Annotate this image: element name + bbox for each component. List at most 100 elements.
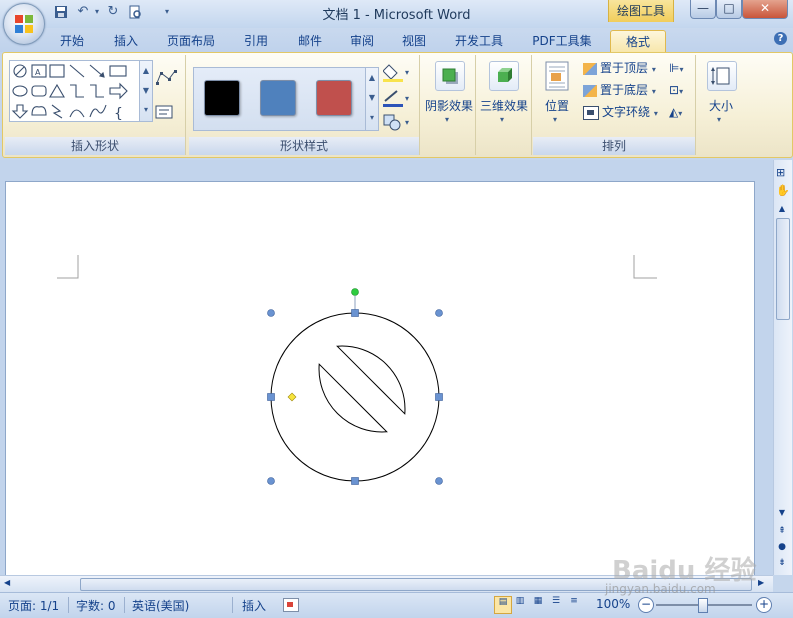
shape-fill-icon[interactable]: ▾ (382, 63, 413, 86)
zoom-out-icon[interactable]: − (638, 597, 654, 613)
shapes-gallery-scroll[interactable]: ▲ ▼ ▾ (139, 60, 153, 122)
tab-mailings[interactable]: 邮件 (290, 30, 330, 52)
scroll-left-icon[interactable]: ◀ (4, 578, 10, 587)
rotate-icon[interactable]: ◭▾ (669, 105, 682, 119)
language-indicator[interactable]: 英语(美国) (132, 597, 189, 614)
scroll-up-arrow-icon[interactable]: ▲ (776, 204, 788, 216)
ruler-toggle-icon[interactable]: ⊞ (776, 166, 785, 179)
styles-more-icon[interactable]: ▾ (366, 108, 378, 128)
margin-mark-left (57, 255, 79, 279)
size-label: 大小 (708, 99, 733, 113)
3d-effects-label: 三维效果 (479, 99, 528, 113)
style-swatch-red[interactable] (316, 80, 352, 116)
scroll-down-icon[interactable]: ▼ (140, 81, 152, 101)
macro-record-icon[interactable] (283, 598, 299, 612)
no-symbol-shape[interactable] (256, 282, 456, 492)
bring-to-front-icon (583, 62, 597, 75)
tab-developer[interactable]: 开发工具 (448, 30, 510, 52)
shadow-effects-group[interactable]: 阴影效果 ▾ (423, 55, 476, 155)
shape-styles-group: ▲ ▼ ▾ ▾ ▾ ▾ ⧉ 形状样式 (189, 55, 420, 155)
align-icon[interactable]: ⊫▾ (669, 61, 683, 75)
arrange-group: 位置 ▾ 置于顶层 ▾ 置于底层 ▾ 文字环绕 ▾ ⊫▾ ⊡▾ ◭▾ 排列 (533, 55, 696, 155)
shape-styles-gallery[interactable] (193, 67, 367, 131)
outline-view-icon[interactable]: ☰ (548, 596, 564, 612)
shadow-effects-icon (435, 61, 465, 91)
page-indicator[interactable]: 页面: 1/1 (8, 597, 59, 614)
vertical-scroll-thumb[interactable] (776, 218, 790, 320)
tab-insert[interactable]: 插入 (106, 30, 146, 52)
print-layout-view-icon[interactable]: ▤ (494, 596, 512, 614)
office-button[interactable] (3, 3, 45, 45)
full-screen-reading-icon[interactable]: ▥ (512, 596, 528, 612)
styles-gallery-scroll[interactable]: ▲ ▼ ▾ (365, 67, 379, 131)
status-separator (124, 597, 125, 613)
svg-text:▾: ▾ (405, 118, 409, 127)
text-wrapping-icon (583, 105, 599, 120)
change-shape-icon[interactable]: ▾ (383, 113, 413, 134)
scroll-down-arrow-icon[interactable]: ▼ (776, 508, 788, 517)
zoom-level[interactable]: 100% (596, 597, 630, 611)
svg-text:▾: ▾ (405, 68, 409, 77)
tab-page-layout[interactable]: 页面布局 (160, 30, 222, 52)
qat-customize-icon[interactable]: ▾ (158, 3, 176, 21)
draft-view-icon[interactable]: ≡ (566, 596, 582, 612)
text-wrapping-button[interactable]: 文字环绕 ▾ (583, 103, 658, 121)
shape-outline-icon[interactable]: ▾ (383, 89, 413, 112)
scroll-right-icon[interactable]: ▶ (758, 578, 764, 587)
minimize-button[interactable]: — (690, 0, 716, 19)
status-separator (68, 597, 69, 613)
word-count[interactable]: 字数: 0 (76, 597, 116, 614)
save-icon[interactable] (52, 3, 70, 21)
scroll-up-icon[interactable]: ▲ (140, 61, 152, 81)
text-wrapping-label: 文字环绕 (602, 105, 651, 119)
tab-home[interactable]: 开始 (52, 30, 92, 52)
style-swatch-black[interactable] (204, 80, 240, 116)
size-group[interactable]: 大小 ▾ (699, 55, 743, 155)
pan-hand-icon[interactable]: ✋ (776, 184, 790, 197)
tab-references[interactable]: 引用 (236, 30, 276, 52)
styles-scroll-down-icon[interactable]: ▼ (366, 88, 378, 108)
send-to-back-icon (583, 84, 597, 97)
redo-icon[interactable]: ↻ (104, 3, 122, 21)
document-page[interactable] (5, 181, 755, 577)
shadow-dropdown-icon: ▾ (445, 115, 450, 124)
style-swatch-blue[interactable] (260, 80, 296, 116)
help-icon[interactable]: ? (774, 32, 787, 45)
bring-to-front-label: 置于顶层 (600, 61, 649, 75)
zoom-in-icon[interactable]: + (756, 597, 772, 613)
ribbon: A {▲ ▼ ▾ 插入形状 ▲ ▼ ▾ ▾ ▾ ▾ 形状样式 阴影效果 ▾ 三… (2, 52, 793, 158)
svg-text:▾: ▾ (405, 94, 409, 103)
styles-scroll-up-icon[interactable]: ▲ (366, 68, 378, 88)
position-label[interactable]: 位置 (533, 97, 581, 114)
shapes-gallery[interactable]: A { (9, 60, 141, 122)
zoom-slider-thumb[interactable] (698, 598, 708, 613)
send-to-back-button[interactable]: 置于底层 ▾ (583, 81, 656, 99)
tab-review[interactable]: 审阅 (342, 30, 382, 52)
position-dropdown-icon[interactable]: ▾ (553, 115, 557, 124)
tab-view[interactable]: 视图 (394, 30, 434, 52)
bring-to-front-button[interactable]: 置于顶层 ▾ (583, 59, 656, 77)
gallery-more-icon[interactable]: ▾ (140, 101, 152, 119)
rotate-handle (351, 288, 359, 296)
prev-page-icon[interactable]: ⇞ (776, 526, 788, 536)
svg-text:A: A (35, 68, 41, 77)
svg-text:{: { (114, 106, 123, 121)
text-box-icon[interactable] (155, 105, 173, 122)
margin-mark-right (633, 255, 657, 279)
insert-mode[interactable]: 插入 (242, 597, 266, 614)
print-preview-icon[interactable] (126, 3, 144, 21)
edit-shape-icon[interactable] (155, 69, 177, 88)
arrange-label: 排列 (533, 137, 695, 155)
next-page-icon[interactable]: ⇟ (776, 558, 788, 568)
web-layout-icon[interactable]: ▦ (530, 596, 546, 612)
maximize-button[interactable]: □ (716, 0, 742, 19)
tab-format[interactable]: 格式 (610, 30, 666, 53)
3d-effects-group[interactable]: 三维效果 ▾ (477, 55, 532, 155)
tab-pdf-tools[interactable]: PDF工具集 (526, 30, 598, 52)
close-button[interactable]: ✕ (742, 0, 788, 19)
group-icon[interactable]: ⊡▾ (669, 83, 683, 97)
vertical-scrollbar[interactable]: ⊞ ✋ ▲ ▼ ⇞ ● ⇟ (773, 160, 792, 575)
position-icon[interactable] (545, 61, 569, 91)
send-to-back-label: 置于底层 (600, 83, 649, 97)
browse-object-icon[interactable]: ● (776, 542, 788, 552)
